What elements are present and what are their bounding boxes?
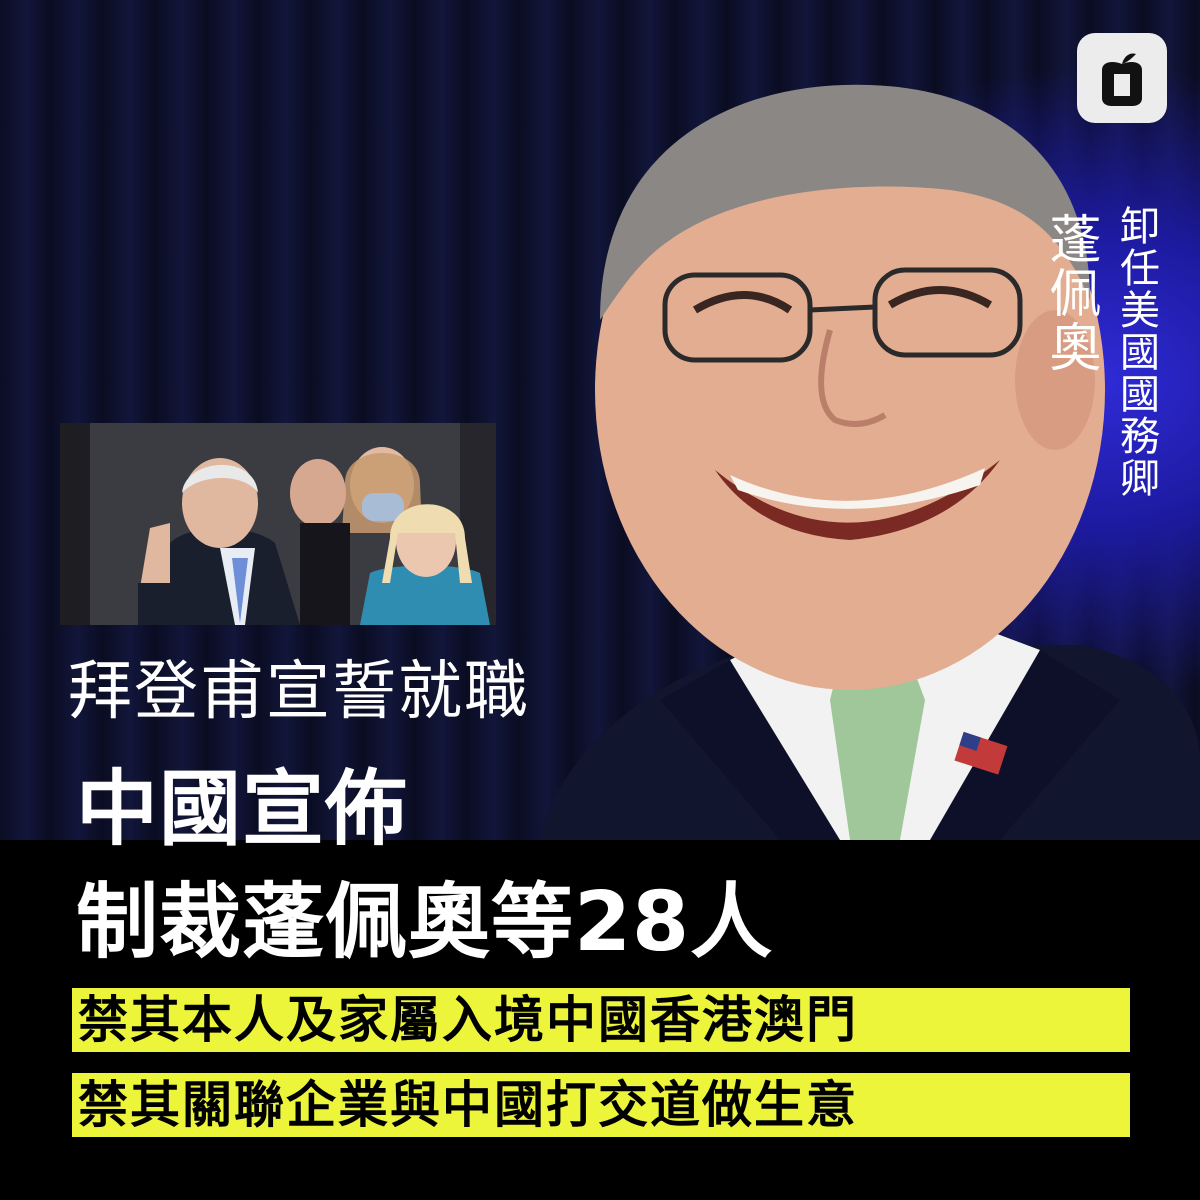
headline-subtitle: 拜登甫宣誓就職 bbox=[68, 655, 530, 729]
inset-photo bbox=[60, 423, 496, 625]
caption-name: 蓬佩奧 bbox=[1040, 212, 1100, 374]
headline-main-1: 中國宣佈 bbox=[76, 762, 409, 857]
apple-logo-icon bbox=[1102, 53, 1142, 106]
highlight-line-2: 禁其關聯企業與中國打交道做生意 bbox=[72, 1073, 1130, 1137]
highlight-text-2: 禁其關聯企業與中國打交道做生意 bbox=[78, 1076, 858, 1134]
headline-main-2: 制裁蓬佩奧等28人 bbox=[76, 875, 774, 970]
main-portrait bbox=[540, 84, 1200, 840]
caption-title: 卸任美國國務卿 bbox=[1113, 205, 1159, 499]
news-card: 蓬佩奧 卸任美國國務卿 拜登甫宣誓就職 中國宣佈 制裁蓬佩奧等28人 禁其本人及… bbox=[0, 0, 1200, 1200]
highlight-text-1: 禁其本人及家屬入境中國香港澳門 bbox=[78, 991, 858, 1049]
highlight-line-1: 禁其本人及家屬入境中國香港澳門 bbox=[72, 988, 1130, 1052]
apple-daily-logo bbox=[1077, 33, 1167, 123]
